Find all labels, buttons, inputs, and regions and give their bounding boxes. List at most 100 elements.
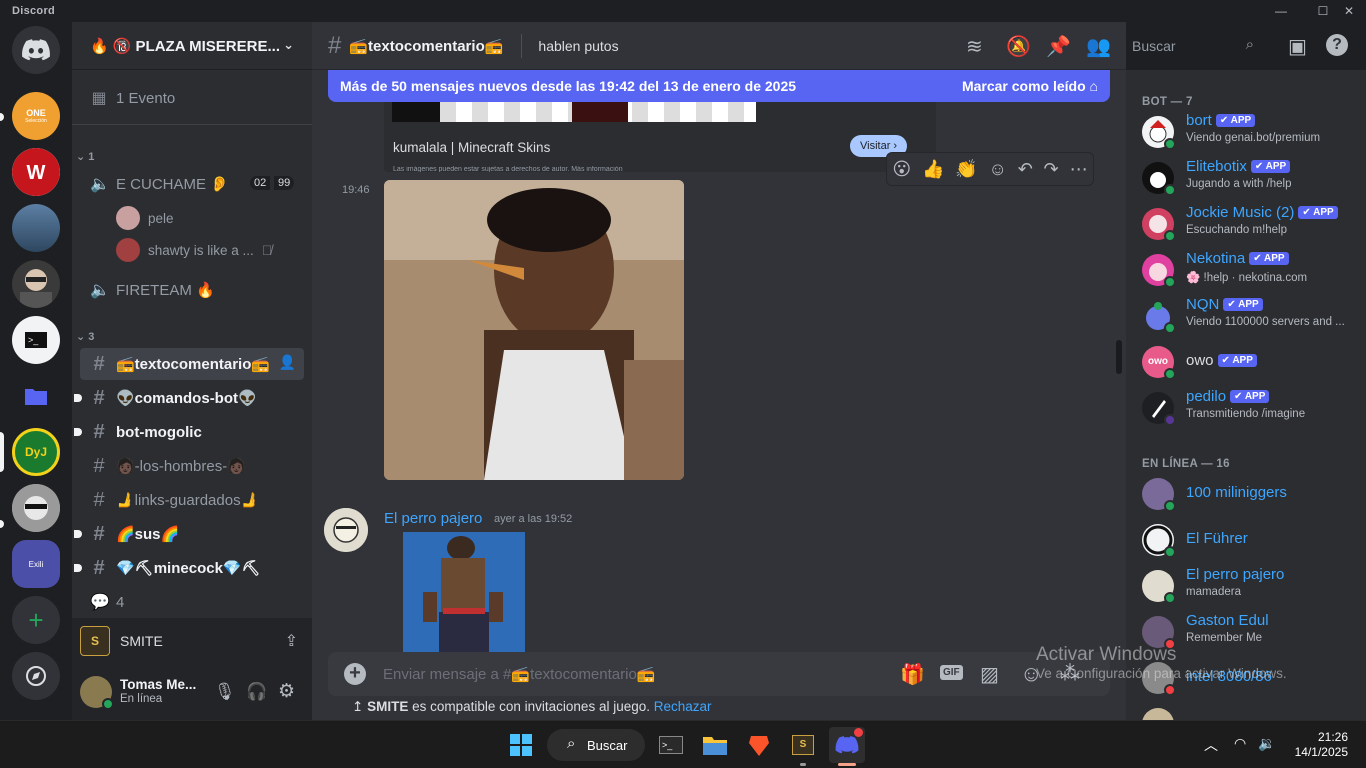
voice-channel-fireteam[interactable]: 🔈 FIRETEAM 🔥 bbox=[80, 274, 304, 306]
member-list-icon[interactable]: 👥 bbox=[1086, 34, 1111, 59]
member-jockie-music[interactable]: Jockie Music (2) ✔ APP Escuchando m!help bbox=[1142, 202, 1362, 246]
server-landscape[interactable] bbox=[12, 204, 60, 252]
discord-taskbar-icon[interactable] bbox=[829, 727, 865, 763]
more-icon[interactable]: ⋯ bbox=[1070, 159, 1088, 180]
message-image[interactable] bbox=[384, 180, 684, 480]
server-exili[interactable]: Exili bbox=[12, 540, 60, 588]
member-nqn[interactable]: NQN ✔ APP Viendo 1100000 servers and ... bbox=[1142, 294, 1362, 338]
status-online-icon bbox=[1164, 592, 1176, 604]
avatar[interactable] bbox=[324, 508, 368, 552]
smite-taskbar-icon[interactable]: S bbox=[787, 729, 819, 761]
channel-comandos-bot[interactable]: # 👽comandos-bot👽 bbox=[74, 382, 304, 414]
channel-sus[interactable]: # 🌈sus🌈 bbox=[74, 518, 304, 550]
channel-topic[interactable]: hablen putos bbox=[521, 33, 619, 58]
member-owo[interactable]: owo owo ✔ APP bbox=[1142, 340, 1362, 384]
speaker-icon: 🔈 bbox=[90, 282, 110, 299]
reply-icon[interactable]: ↶ bbox=[1018, 159, 1033, 180]
taskbar-search[interactable]: ⌕ Buscar bbox=[547, 729, 645, 761]
file-explorer-icon[interactable] bbox=[699, 729, 731, 761]
voice-channel-escuchame[interactable]: 🔈 E CUCHAME 👂 02 99 bbox=[80, 168, 304, 200]
microphone-icon[interactable]: 🎙 bbox=[214, 682, 236, 702]
settings-gear-icon[interactable]: ⚙ bbox=[278, 680, 295, 703]
add-server-icon[interactable]: + bbox=[12, 596, 60, 644]
server-one-label: ONE bbox=[26, 108, 46, 118]
threads-icon[interactable]: ≋ bbox=[966, 34, 983, 59]
reaction-clap-icon[interactable]: 👏 bbox=[955, 159, 977, 180]
reject-link[interactable]: Rechazar bbox=[654, 699, 712, 714]
inbox-icon[interactable]: ▣ bbox=[1288, 34, 1307, 59]
member-el-fuhrer[interactable]: El Führer bbox=[1142, 518, 1362, 562]
server-avatar-glasses[interactable] bbox=[12, 260, 60, 308]
channel-minecock[interactable]: # 💎⛏minecock💎⛏ bbox=[74, 552, 304, 584]
embed-image[interactable] bbox=[392, 102, 756, 122]
server-header[interactable]: 🔥 🔞 PLAZA MISERERE... ⌄ bbox=[72, 22, 312, 70]
discord-home-icon[interactable] bbox=[12, 26, 60, 74]
category-1[interactable]: ⌄ 1 bbox=[76, 150, 94, 163]
new-messages-bar[interactable]: Más de 50 mensajes nuevos desde las 19:4… bbox=[328, 70, 1110, 102]
message-image[interactable] bbox=[403, 532, 525, 654]
volume-icon[interactable]: 🔉 bbox=[1258, 735, 1275, 752]
voice-user[interactable]: pele bbox=[116, 206, 174, 230]
reaction-face-icon[interactable]: 😮 bbox=[892, 159, 911, 180]
wifi-icon[interactable]: ◠ bbox=[1234, 735, 1246, 752]
status-dnd-icon bbox=[1164, 684, 1176, 696]
server-avatar-cap[interactable] bbox=[12, 484, 60, 532]
invite-icon[interactable]: ⇪ bbox=[285, 631, 298, 651]
minimize-icon[interactable]: — bbox=[1264, 0, 1298, 22]
channel-forum[interactable]: 💬 4 bbox=[80, 586, 304, 618]
reaction-thumbs-up-icon[interactable]: 👍 bbox=[922, 159, 944, 180]
avatar[interactable] bbox=[80, 676, 114, 710]
category-3[interactable]: ⌄ 3 bbox=[76, 330, 94, 343]
message-composer[interactable]: + Enviar mensaje a #📻textocomentario📻 🎁 … bbox=[328, 652, 1110, 696]
gift-icon[interactable]: 🎁 bbox=[900, 662, 925, 687]
server-red-logo[interactable]: W bbox=[12, 148, 60, 196]
brave-browser-icon[interactable] bbox=[743, 729, 775, 761]
member-100-miliniggers[interactable]: 100 miliniggers bbox=[1142, 472, 1362, 516]
voice-user[interactable]: shawty is like a ... 🎙̸ bbox=[116, 238, 272, 262]
windows-start-icon[interactable] bbox=[505, 729, 537, 761]
sticker-icon[interactable]: ▨ bbox=[980, 662, 999, 687]
add-member-icon[interactable]: 👤 bbox=[279, 354, 296, 371]
terminal-icon[interactable]: >_ bbox=[655, 729, 687, 761]
channel-los-hombres[interactable]: # 🧑🏿-los-hombres-🧑🏿 bbox=[80, 450, 304, 482]
channel-textocomentario[interactable]: # 📻textocomentario📻 👤 bbox=[80, 348, 304, 380]
channel-label: 👽comandos-bot👽 bbox=[116, 390, 257, 407]
headphones-icon[interactable]: 🎧 bbox=[246, 682, 267, 702]
member-nekotina[interactable]: Nekotina ✔ APP 🌸 !help · nekotina.com bbox=[1142, 248, 1362, 292]
category-1-label: 1 bbox=[88, 151, 95, 163]
forward-icon[interactable]: ↷ bbox=[1044, 159, 1059, 180]
server-dyj[interactable]: DyJ bbox=[12, 428, 60, 476]
member-el-perro-pajero[interactable]: El perro pajero mamadera bbox=[1142, 564, 1362, 608]
help-icon[interactable]: ? bbox=[1326, 34, 1348, 56]
channel-links-guardados[interactable]: # 🫸links-guardados🫸 bbox=[80, 484, 304, 516]
chevron-up-icon[interactable]: ︿ bbox=[1204, 735, 1218, 755]
new-messages-text: Más de 50 mensajes nuevos desde las 19:4… bbox=[340, 78, 797, 94]
member-next[interactable] bbox=[1142, 702, 1362, 720]
notifications-muted-icon[interactable]: 🔕 bbox=[1006, 34, 1031, 59]
folder-icon[interactable] bbox=[12, 372, 60, 420]
pin-icon[interactable]: 📌 bbox=[1046, 34, 1071, 59]
mark-read-button[interactable]: Marcar como leído ⌂ bbox=[962, 78, 1098, 94]
embed-site[interactable]: kumalala | Minecraft Skins bbox=[393, 140, 550, 155]
user-name[interactable]: Tomas Me... bbox=[120, 677, 196, 692]
events-item[interactable]: ▦ 1 Evento bbox=[80, 82, 304, 114]
channel-bot-mogolic[interactable]: # bot-mogolic bbox=[74, 416, 304, 448]
user-panel: Tomas Me... En línea 🎙 🎧 ⚙ bbox=[72, 664, 312, 720]
activity-panel[interactable]: S SMITE ⇪ bbox=[72, 618, 312, 664]
scrollbar[interactable] bbox=[1116, 340, 1122, 374]
system-clock[interactable]: 21:26 14/1/2025 bbox=[1295, 730, 1348, 760]
add-reaction-icon[interactable]: ☺ bbox=[989, 159, 1007, 180]
server-one[interactable]: ONE Selección bbox=[12, 92, 60, 140]
gif-button[interactable]: GIF bbox=[940, 665, 963, 680]
attach-plus-icon[interactable]: + bbox=[344, 663, 366, 685]
member-name: El perro pajero bbox=[1186, 566, 1285, 583]
member-pedilo[interactable]: pedilo ✔ APP Transmitiendo /imagine bbox=[1142, 386, 1362, 430]
explore-icon[interactable] bbox=[12, 652, 60, 700]
member-bort[interactable]: bort ✔ APP Viendo genai.bot/premium bbox=[1142, 110, 1362, 154]
close-icon[interactable]: ✕ bbox=[1332, 0, 1366, 22]
status-online-icon bbox=[1164, 322, 1176, 334]
terminal-server-icon[interactable]: >_ bbox=[12, 316, 60, 364]
search-input[interactable]: Buscar ⌕ bbox=[1126, 33, 1260, 59]
message-author[interactable]: El perro pajero bbox=[384, 510, 482, 527]
member-elitebotix[interactable]: Elitebotix ✔ APP Jugando a with /help bbox=[1142, 156, 1362, 200]
